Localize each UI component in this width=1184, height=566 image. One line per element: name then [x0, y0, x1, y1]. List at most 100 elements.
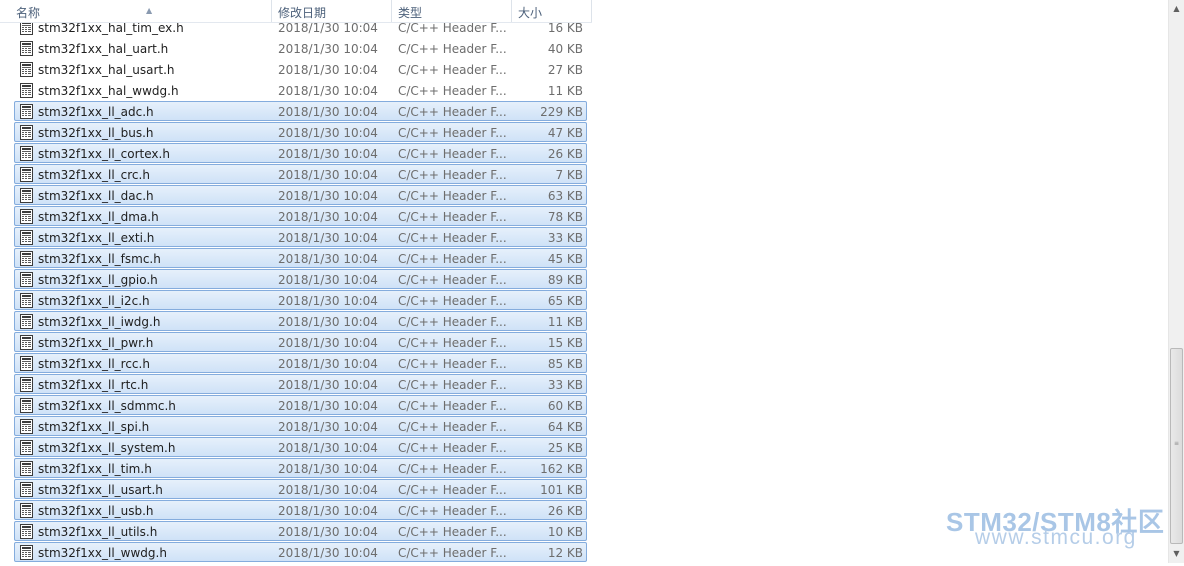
- file-size: 63 KB: [547, 189, 583, 203]
- column-header-type[interactable]: 类型: [392, 0, 512, 22]
- file-name: stm32f1xx_ll_i2c.h: [38, 294, 150, 308]
- file-size: 25 KB: [547, 441, 583, 455]
- file-row[interactable]: stm32f1xx_ll_spi.h 2018/1/30 10:04 C/C++ H…: [14, 416, 587, 436]
- file-type: C/C++ Header F...: [398, 252, 507, 266]
- file-name: stm32f1xx_ll_usb.h: [38, 504, 154, 518]
- file-size: 89 KB: [547, 273, 583, 287]
- file-name: stm32f1xx_ll_sdmmc.h: [38, 399, 176, 413]
- file-row[interactable]: stm32f1xx_ll_adc.h 2018/1/30 10:04 C/C++ H…: [14, 101, 587, 121]
- file-type: C/C++ Header F...: [398, 231, 507, 245]
- file-type: C/C++ Header F...: [398, 462, 507, 476]
- file-date: 2018/1/30 10:04: [278, 546, 378, 560]
- file-row[interactable]: stm32f1xx_ll_i2c.h 2018/1/30 10:04 C/C++ H…: [14, 290, 587, 310]
- file-row[interactable]: stm32f1xx_ll_rtc.h 2018/1/30 10:04 C/C++ H…: [14, 374, 587, 394]
- scrollbar-thumb[interactable]: ≡: [1170, 348, 1183, 544]
- column-header-size-label: 大小: [518, 6, 543, 20]
- header-file-icon: [20, 524, 33, 539]
- file-size: 11 KB: [547, 315, 583, 329]
- header-file-icon: [20, 188, 33, 203]
- file-row[interactable]: stm32f1xx_ll_exti.h 2018/1/30 10:04 C/C++ …: [14, 227, 587, 247]
- file-type: C/C++ Header F...: [398, 315, 507, 329]
- file-date: 2018/1/30 10:04: [278, 294, 378, 308]
- header-file-icon: [20, 482, 33, 497]
- file-date: 2018/1/30 10:04: [278, 252, 378, 266]
- file-type: C/C++ Header F...: [398, 525, 507, 539]
- scroll-down-icon[interactable]: ▼: [1169, 547, 1184, 561]
- file-type: C/C++ Header F...: [398, 168, 507, 182]
- file-date: 2018/1/30 10:04: [278, 504, 378, 518]
- file-row[interactable]: stm32f1xx_ll_system.h 2018/1/30 10:04 C/C+…: [14, 437, 587, 457]
- file-name: stm32f1xx_hal_uart.h: [38, 42, 169, 56]
- file-row[interactable]: stm32f1xx_hal_wwdg.h 2018/1/30 10:04 C/C++…: [14, 80, 587, 100]
- file-type: C/C++ Header F...: [398, 63, 507, 77]
- header-file-icon: [20, 125, 33, 140]
- file-row[interactable]: stm32f1xx_ll_rcc.h 2018/1/30 10:04 C/C++ H…: [14, 353, 587, 373]
- file-date: 2018/1/30 10:04: [278, 462, 378, 476]
- file-row[interactable]: stm32f1xx_hal_uart.h 2018/1/30 10:04 C/C++…: [14, 38, 587, 58]
- file-row[interactable]: stm32f1xx_ll_fsmc.h 2018/1/30 10:04 C/C++ …: [14, 248, 587, 268]
- file-name: stm32f1xx_ll_dma.h: [38, 210, 159, 224]
- file-name: stm32f1xx_ll_dac.h: [38, 189, 154, 203]
- file-row[interactable]: stm32f1xx_ll_usart.h 2018/1/30 10:04 C/C++…: [14, 479, 587, 499]
- column-header-date-label: 修改日期: [278, 6, 327, 20]
- file-size: 65 KB: [547, 294, 583, 308]
- file-size: 47 KB: [547, 126, 583, 140]
- file-row[interactable]: stm32f1xx_ll_usb.h 2018/1/30 10:04 C/C++ H…: [14, 500, 587, 520]
- file-row[interactable]: stm32f1xx_ll_crc.h 2018/1/30 10:04 C/C++ H…: [14, 164, 587, 184]
- file-row[interactable]: stm32f1xx_hal_usart.h 2018/1/30 10:04 C/C+…: [14, 59, 587, 79]
- header-file-icon: [20, 545, 33, 560]
- file-size: 27 KB: [547, 63, 583, 77]
- column-header-name-label: 名称: [16, 6, 41, 20]
- file-name: stm32f1xx_ll_pwr.h: [38, 336, 154, 350]
- file-name: stm32f1xx_ll_exti.h: [38, 231, 155, 245]
- file-row[interactable]: stm32f1xx_ll_iwdg.h 2018/1/30 10:04 C/C++ …: [14, 311, 587, 331]
- file-row[interactable]: stm32f1xx_ll_cortex.h 2018/1/30 10:04 C/C+…: [14, 143, 587, 163]
- file-row[interactable]: stm32f1xx_ll_sdmmc.h 2018/1/30 10:04 C/C++…: [14, 395, 587, 415]
- file-date: 2018/1/30 10:04: [278, 189, 378, 203]
- file-size: 45 KB: [547, 252, 583, 266]
- file-size: 11 KB: [547, 84, 583, 98]
- column-header-date[interactable]: 修改日期: [272, 0, 392, 22]
- header-file-icon: [20, 314, 33, 329]
- grip-icon: ≡: [1174, 440, 1180, 447]
- file-type: C/C++ Header F...: [398, 441, 507, 455]
- file-type: C/C++ Header F...: [398, 210, 507, 224]
- file-row[interactable]: stm32f1xx_ll_pwr.h 2018/1/30 10:04 C/C++ H…: [14, 332, 587, 352]
- column-header-size[interactable]: 大小: [512, 0, 592, 22]
- file-row[interactable]: stm32f1xx_ll_utils.h 2018/1/30 10:04 C/C++…: [14, 521, 587, 541]
- file-date: 2018/1/30 10:04: [278, 273, 378, 287]
- file-name: stm32f1xx_ll_wwdg.h: [38, 546, 167, 560]
- file-row[interactable]: stm32f1xx_ll_bus.h 2018/1/30 10:04 C/C++ H…: [14, 122, 587, 142]
- file-row[interactable]: stm32f1xx_ll_dac.h 2018/1/30 10:04 C/C++ H…: [14, 185, 587, 205]
- file-size: 64 KB: [547, 420, 583, 434]
- file-type: C/C++ Header F...: [398, 84, 507, 98]
- file-size: 78 KB: [547, 210, 583, 224]
- column-header-name[interactable]: 名称 ▲: [10, 0, 272, 22]
- file-size: 60 KB: [547, 399, 583, 413]
- file-row[interactable]: stm32f1xx_ll_dma.h 2018/1/30 10:04 C/C++ H…: [14, 206, 587, 226]
- file-size: 10 KB: [547, 525, 583, 539]
- file-date: 2018/1/30 10:04: [278, 315, 378, 329]
- scroll-up-icon[interactable]: ▲: [1169, 2, 1184, 16]
- file-type: C/C++ Header F...: [398, 273, 507, 287]
- file-date: 2018/1/30 10:04: [278, 441, 378, 455]
- file-row[interactable]: stm32f1xx_ll_gpio.h 2018/1/30 10:04 C/C++ …: [14, 269, 587, 289]
- header-file-icon: [20, 83, 33, 98]
- vertical-scrollbar[interactable]: ▲ ≡ ▼: [1168, 0, 1184, 563]
- header-file-icon: [20, 419, 33, 434]
- file-type: C/C++ Header F...: [398, 105, 507, 119]
- file-name: stm32f1xx_hal_usart.h: [38, 63, 175, 77]
- file-row[interactable]: stm32f1xx_ll_tim.h 2018/1/30 10:04 C/C++ H…: [14, 458, 587, 478]
- file-name: stm32f1xx_ll_utils.h: [38, 525, 158, 539]
- file-size: 33 KB: [547, 378, 583, 392]
- file-size: 85 KB: [547, 357, 583, 371]
- file-type: C/C++ Header F...: [398, 294, 507, 308]
- file-name: stm32f1xx_ll_rtc.h: [38, 378, 149, 392]
- file-date: 2018/1/30 10:04: [278, 231, 378, 245]
- file-type: C/C++ Header F...: [398, 546, 507, 560]
- file-row[interactable]: stm32f1xx_ll_wwdg.h 2018/1/30 10:04 C/C++ …: [14, 542, 587, 562]
- file-type: C/C++ Header F...: [398, 420, 507, 434]
- file-type: C/C++ Header F...: [398, 357, 507, 371]
- file-type: C/C++ Header F...: [398, 483, 507, 497]
- file-type: C/C++ Header F...: [398, 42, 507, 56]
